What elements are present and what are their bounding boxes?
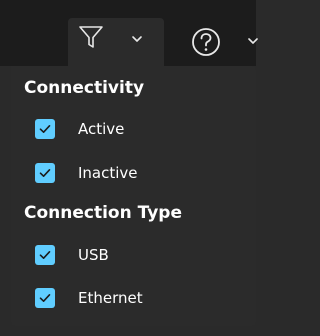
checkmark-icon xyxy=(39,251,51,259)
filter-option-usb[interactable]: USB xyxy=(35,243,109,267)
chevron-down-icon xyxy=(132,36,142,42)
filter-option-label: USB xyxy=(78,246,109,264)
filter-option-ethernet[interactable]: Ethernet xyxy=(35,286,143,310)
checkbox-inactive[interactable] xyxy=(35,163,55,183)
checkbox-usb[interactable] xyxy=(35,245,55,265)
checkbox-active[interactable] xyxy=(35,119,55,139)
checkmark-icon xyxy=(39,125,51,133)
checkmark-icon xyxy=(39,169,51,177)
section-header-connection-type: Connection Type xyxy=(24,203,182,223)
filter-button[interactable] xyxy=(68,18,164,66)
filter-panel: Connectivity Active Inactive Connection … xyxy=(11,66,256,326)
filter-option-active[interactable]: Active xyxy=(35,117,124,141)
section-header-connectivity: Connectivity xyxy=(24,78,145,98)
help-circle-icon[interactable] xyxy=(190,26,222,58)
filter-option-label: Ethernet xyxy=(78,289,143,307)
checkbox-ethernet[interactable] xyxy=(35,288,55,308)
filter-option-label: Active xyxy=(78,120,125,138)
filter-option-label: Inactive xyxy=(78,164,138,182)
checkmark-icon xyxy=(39,294,51,302)
toolbar xyxy=(0,0,258,66)
help-chevron-down-icon[interactable] xyxy=(246,36,260,46)
filter-option-inactive[interactable]: Inactive xyxy=(35,161,138,185)
filter-funnel-icon xyxy=(79,26,103,48)
